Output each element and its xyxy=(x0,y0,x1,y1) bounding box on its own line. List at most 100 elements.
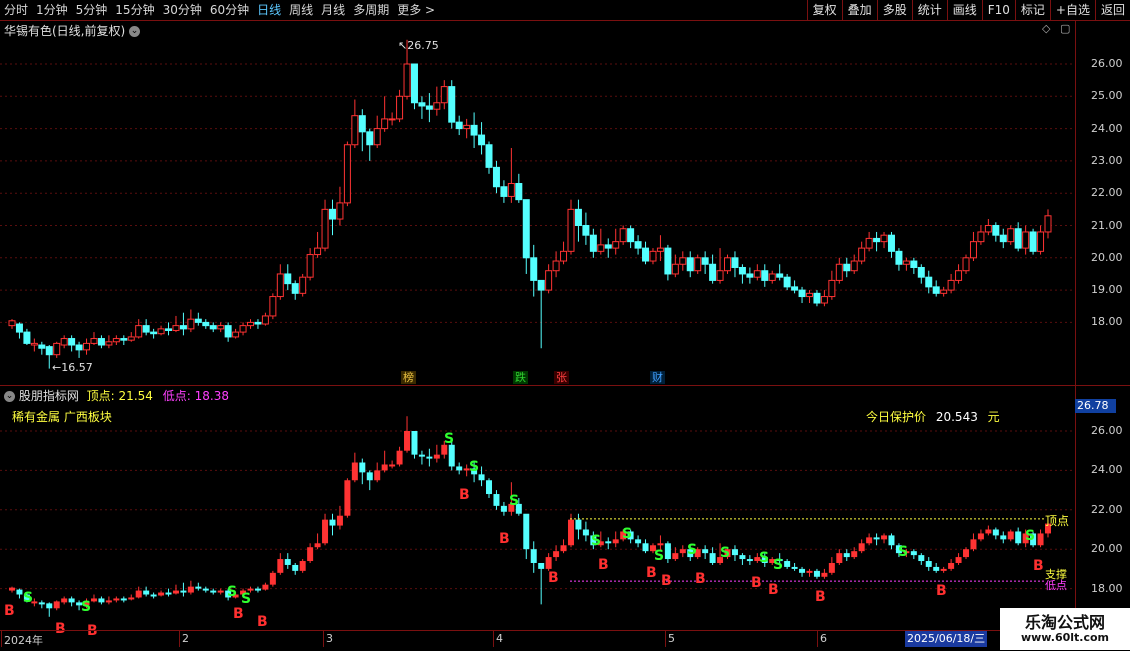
ind-candle-body xyxy=(143,590,150,595)
ind-candle-body xyxy=(217,590,224,593)
date-tick-label: 3 xyxy=(326,632,333,645)
ind-candle-body xyxy=(113,598,120,601)
ind-candle-body xyxy=(180,590,187,593)
candle-body xyxy=(127,336,135,341)
candle-body xyxy=(1014,228,1022,249)
sell-signal-icon: S xyxy=(773,557,783,573)
ind-candle-body xyxy=(389,464,396,467)
candle-body xyxy=(373,128,381,146)
event-tag-die[interactable]: 跌 xyxy=(513,371,528,384)
ind-candle-body xyxy=(538,562,545,569)
date-tick xyxy=(493,631,494,647)
candle-body xyxy=(351,115,359,146)
candle-body xyxy=(328,208,336,220)
event-tag-cai[interactable]: 财 xyxy=(650,371,665,384)
candle-body xyxy=(291,283,299,294)
candle-body xyxy=(209,325,217,330)
date-tick xyxy=(323,631,324,647)
candle-body xyxy=(813,292,821,304)
candle-body xyxy=(1022,231,1030,249)
ind-candle-body xyxy=(61,598,68,603)
ind-candle-body xyxy=(396,450,403,465)
ind-candle-body xyxy=(731,549,738,556)
indicator-header[interactable]: ⌄ 股朋指标网 顶点: 21.54 低点: 18.38 xyxy=(4,387,229,404)
ind-candle-body xyxy=(799,568,806,573)
ind-candle-body xyxy=(374,470,381,481)
candle-body xyxy=(656,247,664,252)
candle-body xyxy=(940,289,948,294)
candle-body xyxy=(403,63,411,97)
maximize-icon[interactable]: ▢ xyxy=(1060,22,1070,35)
candle-body xyxy=(582,225,590,236)
date-tick xyxy=(179,631,180,647)
ind-candle-body xyxy=(553,551,560,558)
candle-body xyxy=(843,263,851,272)
candle-body xyxy=(545,270,553,291)
candle-body xyxy=(187,318,195,330)
candle-body xyxy=(23,331,31,344)
candle-body xyxy=(783,276,791,288)
protect-value: 20.543 xyxy=(935,410,978,424)
candle-body xyxy=(269,296,277,317)
panel-controls[interactable]: ◇ ▢ xyxy=(1042,22,1070,35)
ind-candle-body xyxy=(307,547,314,562)
diamond-icon[interactable]: ◇ xyxy=(1042,22,1050,35)
kline-chart[interactable]: BB BB BBBBB B B B B B B BBSSS SSSSS SS S S S SSS xyxy=(0,0,1130,650)
buy-signal-icon: B xyxy=(598,557,609,573)
candle-body xyxy=(112,338,120,343)
ind-candle-body xyxy=(702,549,709,554)
candle-body xyxy=(709,263,717,281)
ind-candle-body xyxy=(478,474,485,481)
ind-candle-body xyxy=(739,555,746,560)
ind-candle-body xyxy=(158,592,165,596)
candle-body xyxy=(45,346,53,356)
y-tick-label: 25.00 xyxy=(1091,89,1123,103)
candle-body xyxy=(791,286,799,291)
chevron-down-icon[interactable]: ⌄ xyxy=(129,26,141,37)
candle-body xyxy=(746,273,754,278)
candle-body xyxy=(925,276,933,288)
ind-candle-body xyxy=(150,594,157,597)
event-tag-text: 财 xyxy=(652,371,663,384)
sell-signal-icon: S xyxy=(81,599,91,615)
candle-body xyxy=(947,279,955,291)
candle-body xyxy=(1044,215,1052,233)
candle-body xyxy=(671,263,679,275)
candle-body xyxy=(53,342,61,356)
ind-candle-body xyxy=(582,529,589,536)
candle-body xyxy=(910,260,918,268)
event-tag-bang[interactable]: 榜 xyxy=(401,371,416,384)
ind-candle-body xyxy=(500,505,507,512)
candle-body xyxy=(388,118,396,121)
buy-signal-icon: B xyxy=(233,606,244,622)
candle-body xyxy=(440,86,448,104)
candle-body xyxy=(15,323,23,333)
indicator-name: 股朋指标网 xyxy=(18,389,79,403)
candle-body xyxy=(977,231,985,243)
sell-signal-icon: S xyxy=(622,526,632,542)
low-price-label: ←16.57 xyxy=(52,361,93,374)
candle-body xyxy=(425,105,433,110)
sell-signal-icon: S xyxy=(898,544,908,560)
chevron-down-icon[interactable]: ⌄ xyxy=(4,391,15,402)
ind-candle-body xyxy=(38,602,45,605)
panel-separator[interactable] xyxy=(0,385,1130,386)
candle-body xyxy=(194,318,202,323)
y-tick-label: 22.00 xyxy=(1091,502,1123,516)
stock-title[interactable]: 华锡有色(日线,前复权) ⌄ xyxy=(4,22,141,39)
candle-body xyxy=(917,266,925,278)
candle-body xyxy=(984,225,992,233)
ind-candle-body xyxy=(448,444,455,467)
ind-candle-body xyxy=(329,519,336,526)
candle-body xyxy=(284,273,292,285)
ind-candle-body xyxy=(105,600,112,603)
date-tick-label: 2 xyxy=(182,632,189,645)
ind-candle-body xyxy=(657,543,664,546)
candle-body xyxy=(172,325,180,331)
ind-candle-body xyxy=(344,480,351,516)
y-tick-label: 26.00 xyxy=(1091,57,1123,70)
event-tag-zhang[interactable]: 张 xyxy=(554,371,569,384)
ind-candle-body xyxy=(851,551,858,558)
y-tick-label: 24.00 xyxy=(1091,121,1123,135)
candle-body xyxy=(805,292,813,298)
